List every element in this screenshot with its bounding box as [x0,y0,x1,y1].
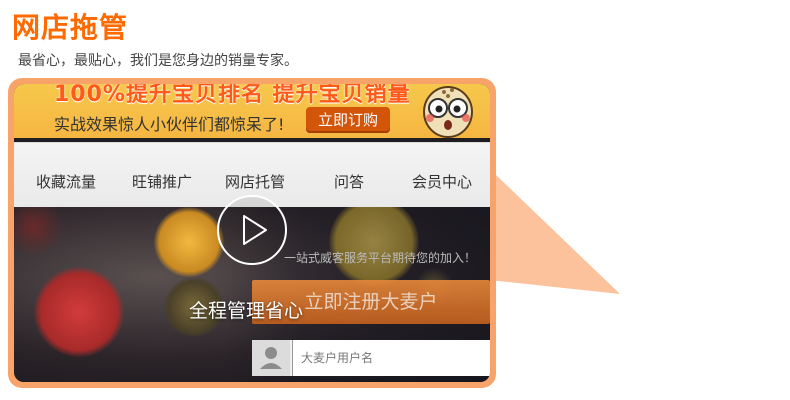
video-overlay[interactable]: 全程管理省心 [14,84,490,382]
play-button[interactable] [217,195,287,265]
play-icon [243,215,267,245]
video-preview: 100%提升宝贝排名 提升宝贝销量 实战效果惊人小伙伴们都惊呆了! 立即订购 收… [14,84,490,382]
page-title: 网店拖管 [12,11,129,44]
page-subtitle: 最省心，最贴心，我们是您身边的销量专家。 [18,53,298,69]
video-caption: 全程管理省心 [189,300,304,322]
